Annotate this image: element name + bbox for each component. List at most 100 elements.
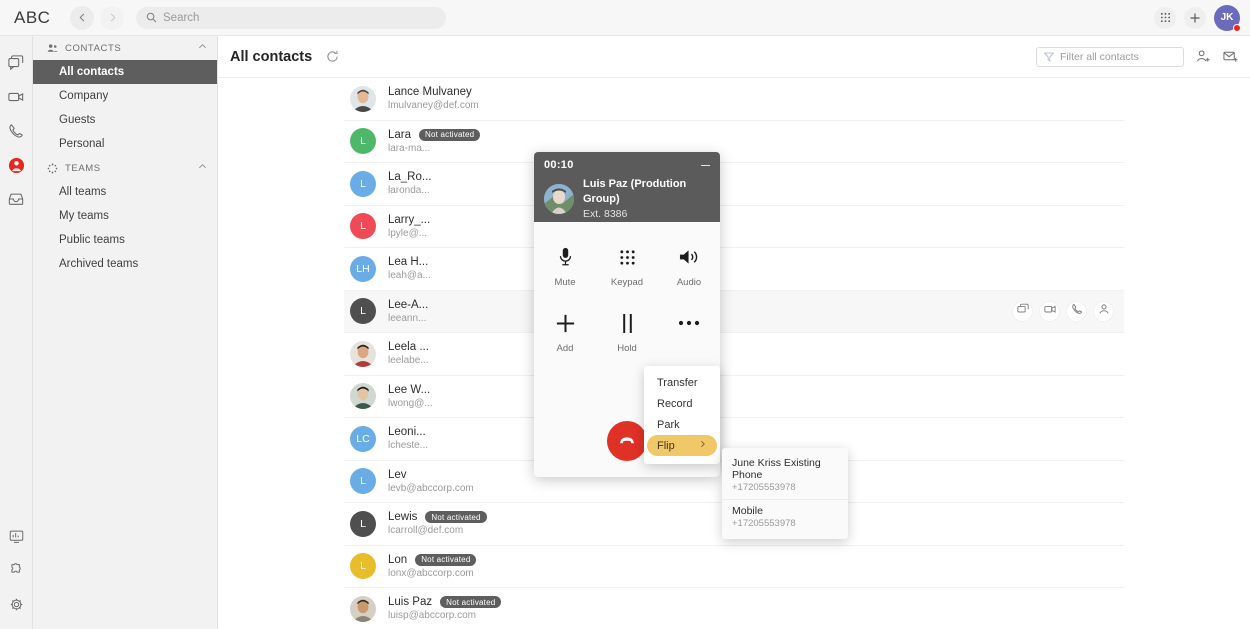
add-call-button[interactable]: Add [534, 310, 596, 354]
mute-button[interactable]: Mute [534, 244, 596, 288]
menu-item-record[interactable]: Record [647, 393, 717, 414]
minimize-icon[interactable] [700, 160, 711, 171]
menu-item-park[interactable]: Park [647, 414, 717, 435]
rail-item-messages[interactable] [0, 46, 33, 80]
keypad-button[interactable]: Keypad [596, 244, 658, 288]
contact-name: Lev [388, 469, 407, 481]
flip-submenu: June Kriss Existing Phone +17205553978 M… [722, 448, 848, 539]
funnel-icon [1044, 52, 1054, 62]
menu-item-label: Transfer [657, 377, 698, 389]
add-contact-button[interactable] [1196, 49, 1211, 64]
status-badge: Not activated [419, 129, 480, 141]
teams-dots-icon [47, 163, 58, 174]
row-action-chat[interactable] [1012, 301, 1033, 322]
dialpad-button[interactable] [1154, 7, 1176, 29]
rail-item-apps[interactable] [0, 553, 33, 587]
page-title: All contacts [230, 49, 312, 65]
rail-item-settings[interactable] [0, 587, 33, 621]
flip-target-number: +17205553978 [732, 482, 838, 493]
sidebar-item-all-teams[interactable]: All teams [33, 180, 217, 204]
contact-email: lmulvaney@def.com [388, 100, 479, 111]
main-content: All contacts Filter all contacts [218, 36, 1250, 629]
table-row[interactable]: Leela ...leelabe... [344, 333, 1124, 376]
sidebar-item-guests[interactable]: Guests [33, 108, 217, 132]
contact-email: luisp@abccorp.com [388, 610, 501, 621]
rail-item-analytics[interactable] [0, 519, 33, 553]
flip-target-name: June Kriss Existing Phone [732, 457, 838, 481]
table-row[interactable]: Lee W...lwong@... [344, 376, 1124, 419]
sidebar-item-company[interactable]: Company [33, 84, 217, 108]
speaker-icon [679, 244, 700, 270]
dialpad-icon [619, 244, 636, 270]
menu-item-flip[interactable]: Flip [647, 435, 717, 456]
sidebar-section-teams[interactable]: TEAMS [33, 156, 217, 180]
caller-extension: Ext. 8386 [583, 207, 710, 221]
rail-item-phone[interactable] [0, 114, 33, 148]
call-panel-header: 00:10 Luis Paz (Prodution Group) Ext. 83… [534, 152, 720, 222]
monitor-icon [9, 529, 24, 544]
table-row[interactable]: LLarry_...lpyle@... [344, 206, 1124, 249]
call-controls-row-1: Mute Keypad [534, 244, 720, 288]
rail-item-contacts[interactable] [0, 148, 33, 182]
table-row[interactable]: LHLea H...leah@a... [344, 248, 1124, 291]
caller-info: Luis Paz (Prodution Group) Ext. 8386 [544, 177, 710, 221]
row-action-profile[interactable] [1093, 301, 1114, 322]
search-input[interactable]: Search [136, 7, 446, 29]
flip-target-mobile[interactable]: Mobile +17205553978 [722, 499, 848, 535]
filter-input[interactable]: Filter all contacts [1036, 47, 1184, 67]
table-row[interactable]: LLonNot activatedlonx@abccorp.com [344, 546, 1124, 589]
sidebar-section-contacts[interactable]: CONTACTS [33, 36, 217, 60]
chevron-left-icon [78, 13, 87, 22]
audio-button[interactable]: Audio [658, 244, 720, 288]
menu-item-transfer[interactable]: Transfer [647, 372, 717, 393]
contact-info: LonNot activatedlonx@abccorp.com [388, 554, 476, 579]
active-call-panel: 00:10 Luis Paz (Prodution Group) Ext. 83… [534, 152, 720, 477]
dialpad-icon [1160, 12, 1171, 23]
invite-button[interactable] [1223, 49, 1238, 64]
contact-name-row: Lev [388, 469, 474, 481]
contact-email: leeann... [388, 313, 428, 324]
flip-target-existing-phone[interactable]: June Kriss Existing Phone +17205553978 [722, 452, 848, 499]
contact-name-row: LonNot activated [388, 554, 476, 566]
phone-handset-icon [8, 123, 24, 139]
forward-button[interactable] [100, 6, 124, 30]
rail-item-inbox[interactable] [0, 182, 33, 216]
refresh-button[interactable] [326, 50, 339, 63]
rail-item-meetings[interactable] [0, 80, 33, 114]
row-action-video[interactable] [1039, 301, 1060, 322]
sidebar-item-label: Personal [59, 138, 104, 150]
contact-name-row: La_Ro... [388, 171, 431, 183]
contact-list-scroll[interactable]: Lance Mulvaneylmulvaney@def.comLLaraNot … [218, 78, 1250, 629]
hold-button[interactable]: Hold [596, 310, 658, 354]
sidebar-item-all-contacts[interactable]: All contacts [33, 60, 217, 84]
table-row[interactable]: LLee-A...leeann... [344, 291, 1124, 334]
row-action-call[interactable] [1066, 301, 1087, 322]
app-brand: ABC [0, 8, 70, 28]
sidebar-item-archived-teams[interactable]: Archived teams [33, 252, 217, 276]
avatar[interactable]: JK [1214, 5, 1240, 31]
back-button[interactable] [70, 6, 94, 30]
flip-target-number: +17205553978 [732, 518, 838, 529]
table-row[interactable]: Luis PazNot activatedluisp@abccorp.com [344, 588, 1124, 629]
more-horizontal-icon [678, 310, 700, 336]
contact-avatar: LC [350, 426, 376, 452]
contact-name-row: Leela ... [388, 341, 429, 353]
more-options-button[interactable] [658, 310, 720, 354]
contact-avatar [350, 596, 376, 622]
rail-primary-group [0, 36, 33, 216]
hangup-button[interactable] [607, 421, 647, 461]
sidebar-section-contacts-label: CONTACTS [65, 43, 121, 54]
table-row[interactable]: LLa_Ro...laronda... [344, 163, 1124, 206]
contact-info: Levlevb@abccorp.com [388, 469, 474, 494]
new-item-button[interactable] [1184, 7, 1206, 29]
table-row[interactable]: LLaraNot activatedlara-ma... [344, 121, 1124, 164]
sidebar-item-public-teams[interactable]: Public teams [33, 228, 217, 252]
contact-info: LaraNot activatedlara-ma... [388, 129, 480, 154]
contact-avatar: L [350, 468, 376, 494]
sidebar-item-personal[interactable]: Personal [33, 132, 217, 156]
flip-target-name: Mobile [732, 505, 838, 517]
sidebar-item-label: Guests [59, 114, 95, 126]
table-row[interactable]: Lance Mulvaneylmulvaney@def.com [344, 78, 1124, 121]
contact-info: Leoni...lcheste... [388, 426, 428, 451]
sidebar-item-my-teams[interactable]: My teams [33, 204, 217, 228]
